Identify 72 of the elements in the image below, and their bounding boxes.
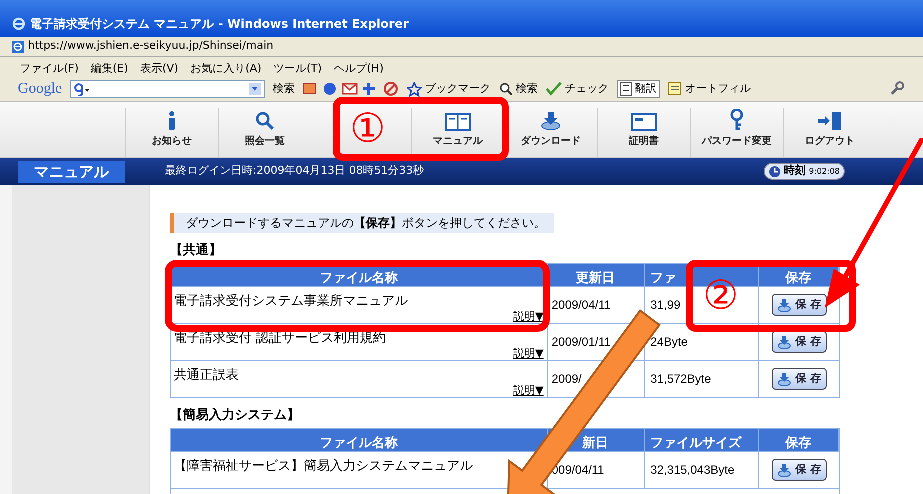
instruction-banner: ダウンロードするマニュアルの【保存】ボタンを押してください。 bbox=[170, 213, 554, 233]
page-icon bbox=[12, 40, 24, 52]
menu-item[interactable]: ファイル(F) bbox=[20, 60, 79, 77]
nav-button[interactable]: パスワード変更 bbox=[690, 108, 783, 157]
column-header: ファイルサイズ bbox=[644, 429, 760, 451]
column-header: ファイル名称 bbox=[171, 264, 548, 286]
last-login: 最終ログイン日時:2009年04月13日 08時51分33秒 bbox=[165, 163, 424, 180]
logout-icon bbox=[817, 111, 843, 131]
clock-icon bbox=[769, 166, 782, 178]
nav-button[interactable]: マニュアル bbox=[411, 108, 504, 157]
toolbar-button[interactable]: チェック bbox=[546, 80, 610, 98]
section-title: 【簡易入力システム】 bbox=[170, 408, 301, 424]
clock-time: 9:02:08 bbox=[809, 166, 840, 178]
nav-button[interactable]: ダウンロード bbox=[504, 108, 597, 157]
search-button[interactable]: 検索 bbox=[273, 80, 296, 98]
book-icon bbox=[445, 113, 471, 131]
menu-item[interactable]: 編集(E) bbox=[90, 60, 128, 77]
menu-item[interactable]: ツール(T) bbox=[274, 60, 322, 77]
menu-item[interactable]: 表示(V) bbox=[140, 60, 179, 77]
save-button[interactable]: 保 存 bbox=[772, 368, 827, 390]
menu-item[interactable]: お気に入り(A) bbox=[190, 60, 262, 77]
search-field[interactable] bbox=[70, 80, 266, 98]
description-link[interactable]: 説明▼ bbox=[513, 347, 544, 361]
toolbar-button[interactable]: 翻訳 bbox=[617, 80, 660, 98]
nav-button[interactable]: お知らせ bbox=[125, 108, 218, 157]
download-icon bbox=[776, 298, 792, 312]
step-number: ① bbox=[350, 109, 386, 149]
google-icon bbox=[74, 82, 90, 96]
toolbar-button[interactable]: 検索 bbox=[499, 80, 538, 98]
file-size: 32,315,043Byte bbox=[650, 462, 735, 479]
toolbar-button[interactable]: オートフィル bbox=[668, 80, 752, 98]
certificate-icon bbox=[631, 113, 657, 131]
browser-icon bbox=[12, 16, 26, 30]
star-icon bbox=[407, 82, 422, 96]
nav-button[interactable]: 照会一覧 bbox=[218, 108, 311, 157]
file-size: 31,99 bbox=[650, 297, 681, 314]
google-logo: Google bbox=[18, 80, 62, 99]
key-icon bbox=[730, 109, 744, 131]
save-button[interactable]: 保 存 bbox=[772, 459, 827, 481]
description-link[interactable]: 説明▼ bbox=[513, 310, 544, 324]
update-date: 2009/04/11 bbox=[552, 297, 612, 314]
save-button[interactable]: 保 存 bbox=[772, 294, 827, 316]
window-title: 電子請求受付システム マニュアル - Windows Internet Explorer bbox=[30, 16, 409, 32]
checkmark-icon bbox=[546, 82, 562, 96]
file-name: 共通正誤表 bbox=[174, 368, 240, 384]
file-size: 24Byte bbox=[650, 334, 688, 351]
file-name: 【障害福祉サービス】簡易入力システムマニュアル bbox=[174, 459, 474, 475]
toolbar-button[interactable]: ブックマーク bbox=[407, 80, 492, 98]
nav-button[interactable]: ログアウト bbox=[783, 108, 876, 157]
menu-item[interactable]: ヘルプ(H) bbox=[334, 60, 384, 77]
download-icon bbox=[776, 372, 792, 386]
column-header: 保存 bbox=[759, 429, 839, 451]
download-icon bbox=[776, 462, 792, 478]
clock-label: 時刻 bbox=[784, 163, 806, 180]
save-button[interactable]: 保 存 bbox=[772, 331, 827, 353]
description-link[interactable]: 説明▼ bbox=[513, 384, 544, 398]
search-icon bbox=[255, 111, 275, 131]
section-title: 【共通】 bbox=[170, 243, 223, 259]
nav-button[interactable]: 証明書 bbox=[597, 108, 690, 157]
download-icon bbox=[540, 111, 562, 131]
search-icon bbox=[499, 82, 514, 96]
file-name: 電子請求受付 認証サービス利用規約 bbox=[174, 331, 388, 347]
file-size: 31,572Byte bbox=[650, 371, 712, 388]
info-icon bbox=[166, 111, 178, 131]
column-header: 更新日 bbox=[548, 264, 645, 286]
download-icon bbox=[776, 334, 792, 350]
translate-icon bbox=[620, 82, 632, 96]
form-icon bbox=[668, 82, 682, 96]
update-date: 2009/ bbox=[552, 371, 582, 388]
update-date: 2009/01/11 bbox=[552, 334, 612, 351]
file-name: 電子請求受付システム事業所マニュアル bbox=[174, 294, 409, 310]
dropdown-icon bbox=[249, 83, 262, 95]
